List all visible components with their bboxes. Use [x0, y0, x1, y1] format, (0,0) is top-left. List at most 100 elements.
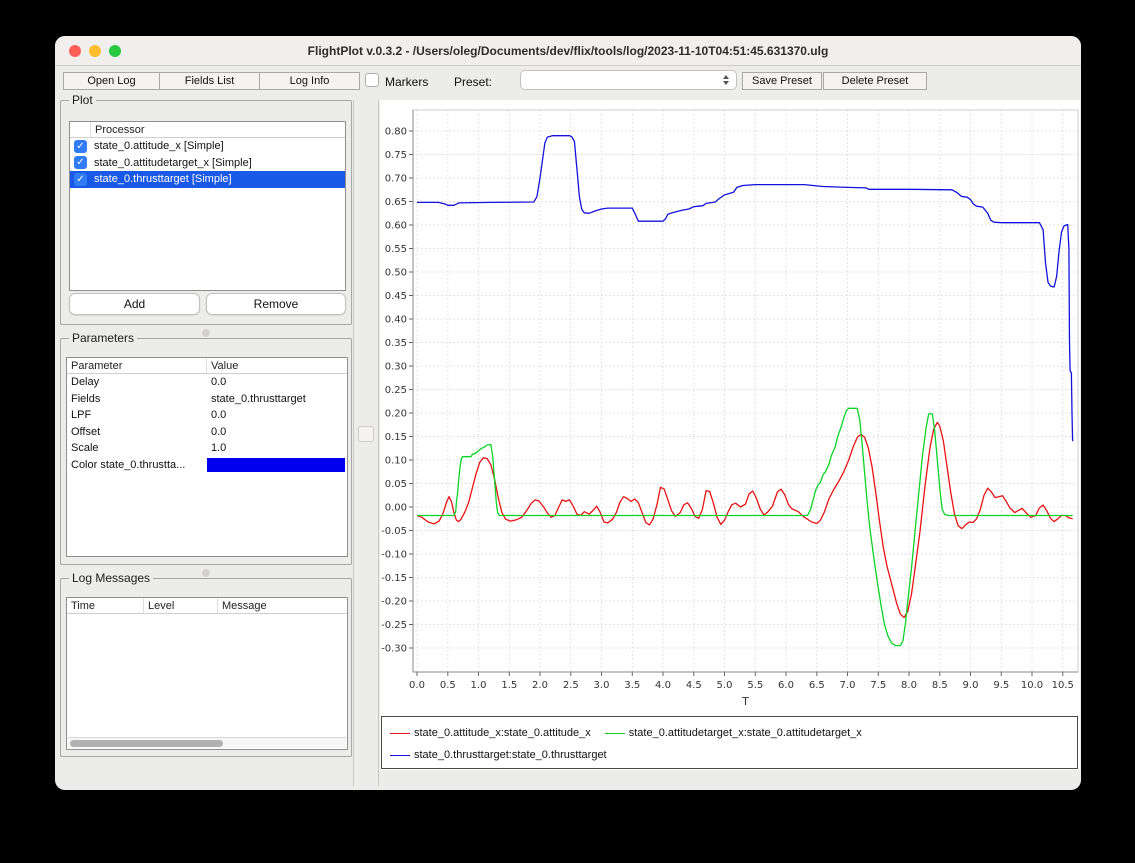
log-table-header: Time Level Message	[67, 598, 347, 614]
svg-text:3.5: 3.5	[624, 680, 640, 691]
processor-row-selected[interactable]: ✓ state_0.thrusttarget [Simple]	[70, 171, 345, 188]
svg-text:0.0: 0.0	[409, 680, 425, 691]
processor-row[interactable]: ✓ state_0.attitudetarget_x [Simple]	[70, 155, 345, 172]
remove-button[interactable]: Remove	[206, 293, 346, 315]
plot-group: Plot Processor ✓ state_0.attitude_x [Sim…	[60, 100, 352, 325]
green-line-swatch-icon	[605, 733, 625, 734]
splitter-handle[interactable]	[202, 329, 210, 337]
flightplot-window: FlightPlot v.0.3.2 - /Users/oleg/Documen…	[55, 36, 1081, 790]
svg-text:0.45: 0.45	[385, 291, 407, 302]
vertical-splitter[interactable]	[353, 100, 379, 786]
save-preset-button[interactable]: Save Preset	[742, 72, 822, 90]
svg-text:0.75: 0.75	[385, 150, 407, 161]
level-column-header: Level	[144, 598, 218, 613]
parameter-row-color[interactable]: Color state_0.thrustta...	[67, 457, 347, 474]
svg-text:0.5: 0.5	[440, 680, 456, 691]
horizontal-scrollbar[interactable]	[68, 737, 346, 748]
parameter-name: Fields	[67, 391, 207, 407]
svg-text:0.30: 0.30	[385, 362, 407, 373]
parameter-name: Offset	[67, 424, 207, 440]
splitter-grip[interactable]	[358, 426, 374, 442]
screen-background: FlightPlot v.0.3.2 - /Users/oleg/Documen…	[0, 0, 1135, 863]
scrollbar-thumb[interactable]	[70, 740, 223, 747]
parameter-value[interactable]: 0.0	[207, 424, 347, 440]
row-checkbox-checked-icon[interactable]: ✓	[74, 173, 87, 186]
parameter-row[interactable]: Scale 1.0	[67, 440, 347, 457]
svg-text:0.70: 0.70	[385, 174, 407, 185]
chart-canvas[interactable]: 0.800.750.700.650.600.550.500.450.400.35…	[380, 100, 1080, 770]
svg-text:5.0: 5.0	[717, 680, 733, 691]
svg-text:10.5: 10.5	[1052, 680, 1074, 691]
markers-checkbox[interactable]	[365, 73, 379, 87]
svg-text:0.80: 0.80	[385, 127, 407, 138]
parameter-value[interactable]: state_0.thrusttarget	[207, 391, 347, 407]
parameter-name: LPF	[67, 407, 207, 423]
delete-preset-button[interactable]: Delete Preset	[823, 72, 927, 90]
svg-text:0.50: 0.50	[385, 268, 407, 279]
log-messages-group-title: Log Messages	[69, 571, 153, 585]
svg-text:-0.05: -0.05	[381, 526, 407, 537]
parameter-value[interactable]: 1.0	[207, 440, 347, 456]
splitter-handle[interactable]	[202, 569, 210, 577]
svg-text:0.55: 0.55	[385, 244, 407, 255]
parameter-value[interactable]: 0.0	[207, 374, 347, 390]
processor-column-header: Processor	[91, 122, 345, 137]
open-log-button[interactable]: Open Log	[63, 72, 160, 90]
add-button[interactable]: Add	[69, 293, 200, 315]
parameter-value[interactable]: 0.0	[207, 407, 347, 423]
blue-line-swatch-icon	[390, 755, 410, 756]
svg-text:0.35: 0.35	[385, 338, 407, 349]
legend-label: state_0.thrusttarget:state_0.thrusttarge…	[414, 749, 607, 761]
parameter-row[interactable]: Fields state_0.thrusttarget	[67, 391, 347, 408]
svg-text:-0.10: -0.10	[381, 550, 407, 561]
parameter-row[interactable]: Offset 0.0	[67, 424, 347, 441]
svg-text:2.5: 2.5	[563, 680, 579, 691]
svg-text:9.0: 9.0	[963, 680, 979, 691]
parameter-name: Scale	[67, 440, 207, 456]
svg-text:8.0: 8.0	[901, 680, 917, 691]
svg-text:4.5: 4.5	[686, 680, 702, 691]
svg-text:10.0: 10.0	[1021, 680, 1043, 691]
parameter-row[interactable]: Delay 0.0	[67, 374, 347, 391]
svg-text:0.65: 0.65	[385, 197, 407, 208]
svg-text:-0.25: -0.25	[381, 620, 407, 631]
svg-text:0.25: 0.25	[385, 385, 407, 396]
window-title: FlightPlot v.0.3.2 - /Users/oleg/Documen…	[55, 44, 1081, 58]
fields-list-button[interactable]: Fields List	[159, 72, 260, 90]
markers-label: Markers	[385, 75, 428, 89]
row-checkbox-checked-icon[interactable]: ✓	[74, 140, 87, 153]
parameters-table: Parameter Value Delay 0.0 Fields state_0…	[66, 357, 348, 557]
row-checkbox-checked-icon[interactable]: ✓	[74, 156, 87, 169]
flight-plot-chart[interactable]: 0.800.750.700.650.600.550.500.450.400.35…	[380, 100, 1080, 770]
svg-text:9.5: 9.5	[993, 680, 1009, 691]
processor-row[interactable]: ✓ state_0.attitude_x [Simple]	[70, 138, 345, 155]
preset-combobox[interactable]	[520, 70, 737, 90]
red-line-swatch-icon	[390, 733, 410, 734]
processor-table: Processor ✓ state_0.attitude_x [Simple] …	[69, 121, 346, 291]
legend-label: state_0.attitudetarget_x:state_0.attitud…	[629, 727, 862, 739]
svg-text:4.0: 4.0	[655, 680, 671, 691]
svg-text:7.0: 7.0	[840, 680, 856, 691]
title-bar[interactable]: FlightPlot v.0.3.2 - /Users/oleg/Documen…	[55, 36, 1081, 66]
color-swatch[interactable]	[207, 458, 345, 472]
svg-text:6.5: 6.5	[809, 680, 825, 691]
svg-text:0.15: 0.15	[385, 432, 407, 443]
legend-item-attitude-x: state_0.attitude_x:state_0.attitude_x	[390, 727, 591, 739]
legend-item-thrusttarget: state_0.thrusttarget:state_0.thrusttarge…	[390, 749, 607, 761]
svg-text:0.10: 0.10	[385, 456, 407, 467]
chart-legend: state_0.attitude_x:state_0.attitude_x st…	[381, 716, 1078, 769]
parameter-column-header: Parameter	[67, 358, 207, 373]
log-info-button[interactable]: Log Info	[259, 72, 360, 90]
log-messages-group: Log Messages Time Level Message	[60, 578, 352, 757]
message-column-header: Message	[218, 598, 347, 613]
legend-row: state_0.thrusttarget:state_0.thrusttarge…	[390, 744, 1069, 766]
parameter-row[interactable]: LPF 0.0	[67, 407, 347, 424]
processor-row-label: state_0.attitudetarget_x [Simple]	[90, 155, 252, 171]
svg-text:1.5: 1.5	[501, 680, 517, 691]
parameters-group: Parameters Parameter Value Delay 0.0 Fie…	[60, 338, 352, 565]
svg-text:-0.30: -0.30	[381, 644, 407, 655]
svg-text:0.20: 0.20	[385, 409, 407, 420]
svg-text:-0.15: -0.15	[381, 573, 407, 584]
chevron-up-down-icon[interactable]	[720, 73, 732, 87]
parameter-name: Color state_0.thrustta...	[67, 457, 207, 473]
